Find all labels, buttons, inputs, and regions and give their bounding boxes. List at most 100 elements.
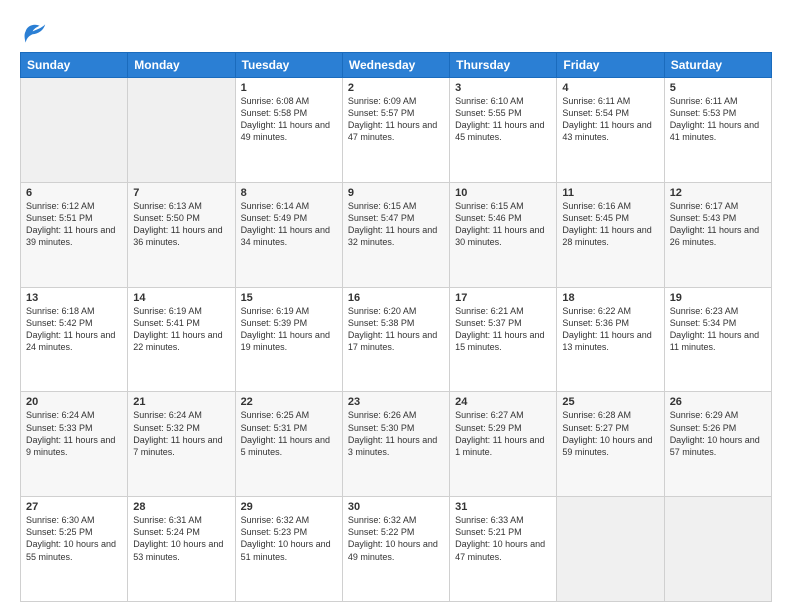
day-info: Sunset: 5:29 PM <box>455 422 551 434</box>
day-info: Daylight: 11 hours and 26 minutes. <box>670 224 766 248</box>
day-cell: 31Sunrise: 6:33 AMSunset: 5:21 PMDayligh… <box>450 497 557 602</box>
day-number: 19 <box>670 292 766 304</box>
day-info: Daylight: 11 hours and 39 minutes. <box>26 224 122 248</box>
day-info: Daylight: 10 hours and 49 minutes. <box>348 538 444 562</box>
day-info: Sunrise: 6:25 AM <box>241 409 337 421</box>
header-row: SundayMondayTuesdayWednesdayThursdayFrid… <box>21 53 772 78</box>
day-cell: 15Sunrise: 6:19 AMSunset: 5:39 PMDayligh… <box>235 287 342 392</box>
day-info: Daylight: 11 hours and 9 minutes. <box>26 434 122 458</box>
day-info: Sunset: 5:26 PM <box>670 422 766 434</box>
day-info: Sunrise: 6:10 AM <box>455 95 551 107</box>
day-info: Sunset: 5:24 PM <box>133 526 229 538</box>
day-info: Sunrise: 6:18 AM <box>26 305 122 317</box>
day-info: Sunset: 5:49 PM <box>241 212 337 224</box>
header-cell-saturday: Saturday <box>664 53 771 78</box>
header-cell-wednesday: Wednesday <box>342 53 449 78</box>
day-info: Sunset: 5:34 PM <box>670 317 766 329</box>
day-number: 2 <box>348 82 444 94</box>
day-info: Sunset: 5:45 PM <box>562 212 658 224</box>
day-number: 13 <box>26 292 122 304</box>
day-info: Sunset: 5:22 PM <box>348 526 444 538</box>
day-info: Sunset: 5:47 PM <box>348 212 444 224</box>
day-number: 31 <box>455 501 551 513</box>
day-info: Daylight: 11 hours and 24 minutes. <box>26 329 122 353</box>
day-info: Daylight: 10 hours and 55 minutes. <box>26 538 122 562</box>
header-cell-tuesday: Tuesday <box>235 53 342 78</box>
day-info: Sunrise: 6:27 AM <box>455 409 551 421</box>
day-cell: 26Sunrise: 6:29 AMSunset: 5:26 PMDayligh… <box>664 392 771 497</box>
logo-icon <box>20 16 48 44</box>
day-info: Daylight: 11 hours and 13 minutes. <box>562 329 658 353</box>
day-info: Sunrise: 6:30 AM <box>26 514 122 526</box>
day-info: Daylight: 11 hours and 47 minutes. <box>348 119 444 143</box>
day-number: 16 <box>348 292 444 304</box>
header <box>20 16 772 44</box>
day-info: Sunrise: 6:20 AM <box>348 305 444 317</box>
day-info: Sunset: 5:23 PM <box>241 526 337 538</box>
day-info: Sunset: 5:50 PM <box>133 212 229 224</box>
day-info: Daylight: 11 hours and 3 minutes. <box>348 434 444 458</box>
day-number: 23 <box>348 396 444 408</box>
day-number: 1 <box>241 82 337 94</box>
day-number: 20 <box>26 396 122 408</box>
day-info: Daylight: 11 hours and 7 minutes. <box>133 434 229 458</box>
day-info: Sunset: 5:33 PM <box>26 422 122 434</box>
day-info: Sunrise: 6:32 AM <box>348 514 444 526</box>
day-info: Daylight: 10 hours and 53 minutes. <box>133 538 229 562</box>
week-row-5: 27Sunrise: 6:30 AMSunset: 5:25 PMDayligh… <box>21 497 772 602</box>
day-info: Sunset: 5:38 PM <box>348 317 444 329</box>
day-cell: 21Sunrise: 6:24 AMSunset: 5:32 PMDayligh… <box>128 392 235 497</box>
day-info: Sunset: 5:51 PM <box>26 212 122 224</box>
page: SundayMondayTuesdayWednesdayThursdayFrid… <box>0 0 792 612</box>
day-number: 14 <box>133 292 229 304</box>
day-info: Sunset: 5:58 PM <box>241 107 337 119</box>
day-number: 10 <box>455 187 551 199</box>
day-cell <box>128 78 235 183</box>
day-info: Daylight: 11 hours and 15 minutes. <box>455 329 551 353</box>
day-cell: 4Sunrise: 6:11 AMSunset: 5:54 PMDaylight… <box>557 78 664 183</box>
day-info: Sunrise: 6:15 AM <box>455 200 551 212</box>
day-info: Sunset: 5:25 PM <box>26 526 122 538</box>
day-info: Sunset: 5:55 PM <box>455 107 551 119</box>
day-info: Sunset: 5:27 PM <box>562 422 658 434</box>
day-cell: 25Sunrise: 6:28 AMSunset: 5:27 PMDayligh… <box>557 392 664 497</box>
day-number: 25 <box>562 396 658 408</box>
day-cell: 2Sunrise: 6:09 AMSunset: 5:57 PMDaylight… <box>342 78 449 183</box>
day-cell: 16Sunrise: 6:20 AMSunset: 5:38 PMDayligh… <box>342 287 449 392</box>
day-info: Sunset: 5:32 PM <box>133 422 229 434</box>
day-info: Sunrise: 6:24 AM <box>26 409 122 421</box>
day-info: Daylight: 11 hours and 1 minute. <box>455 434 551 458</box>
day-info: Sunset: 5:30 PM <box>348 422 444 434</box>
day-info: Sunrise: 6:32 AM <box>241 514 337 526</box>
day-info: Sunrise: 6:15 AM <box>348 200 444 212</box>
day-info: Sunset: 5:54 PM <box>562 107 658 119</box>
day-info: Daylight: 11 hours and 28 minutes. <box>562 224 658 248</box>
day-cell <box>664 497 771 602</box>
day-info: Sunrise: 6:26 AM <box>348 409 444 421</box>
day-cell: 18Sunrise: 6:22 AMSunset: 5:36 PMDayligh… <box>557 287 664 392</box>
day-info: Sunrise: 6:28 AM <box>562 409 658 421</box>
day-info: Sunset: 5:43 PM <box>670 212 766 224</box>
day-info: Daylight: 11 hours and 49 minutes. <box>241 119 337 143</box>
day-info: Sunrise: 6:19 AM <box>241 305 337 317</box>
day-info: Sunrise: 6:12 AM <box>26 200 122 212</box>
day-info: Sunrise: 6:33 AM <box>455 514 551 526</box>
day-number: 28 <box>133 501 229 513</box>
day-info: Sunrise: 6:14 AM <box>241 200 337 212</box>
day-cell: 17Sunrise: 6:21 AMSunset: 5:37 PMDayligh… <box>450 287 557 392</box>
day-info: Daylight: 11 hours and 41 minutes. <box>670 119 766 143</box>
day-info: Daylight: 11 hours and 45 minutes. <box>455 119 551 143</box>
day-info: Daylight: 11 hours and 5 minutes. <box>241 434 337 458</box>
day-cell: 28Sunrise: 6:31 AMSunset: 5:24 PMDayligh… <box>128 497 235 602</box>
week-row-2: 6Sunrise: 6:12 AMSunset: 5:51 PMDaylight… <box>21 182 772 287</box>
day-cell <box>21 78 128 183</box>
day-info: Daylight: 11 hours and 19 minutes. <box>241 329 337 353</box>
day-info: Sunset: 5:42 PM <box>26 317 122 329</box>
day-number: 11 <box>562 187 658 199</box>
header-cell-sunday: Sunday <box>21 53 128 78</box>
day-cell: 8Sunrise: 6:14 AMSunset: 5:49 PMDaylight… <box>235 182 342 287</box>
day-info: Sunrise: 6:16 AM <box>562 200 658 212</box>
day-cell: 13Sunrise: 6:18 AMSunset: 5:42 PMDayligh… <box>21 287 128 392</box>
day-cell: 7Sunrise: 6:13 AMSunset: 5:50 PMDaylight… <box>128 182 235 287</box>
day-cell: 5Sunrise: 6:11 AMSunset: 5:53 PMDaylight… <box>664 78 771 183</box>
